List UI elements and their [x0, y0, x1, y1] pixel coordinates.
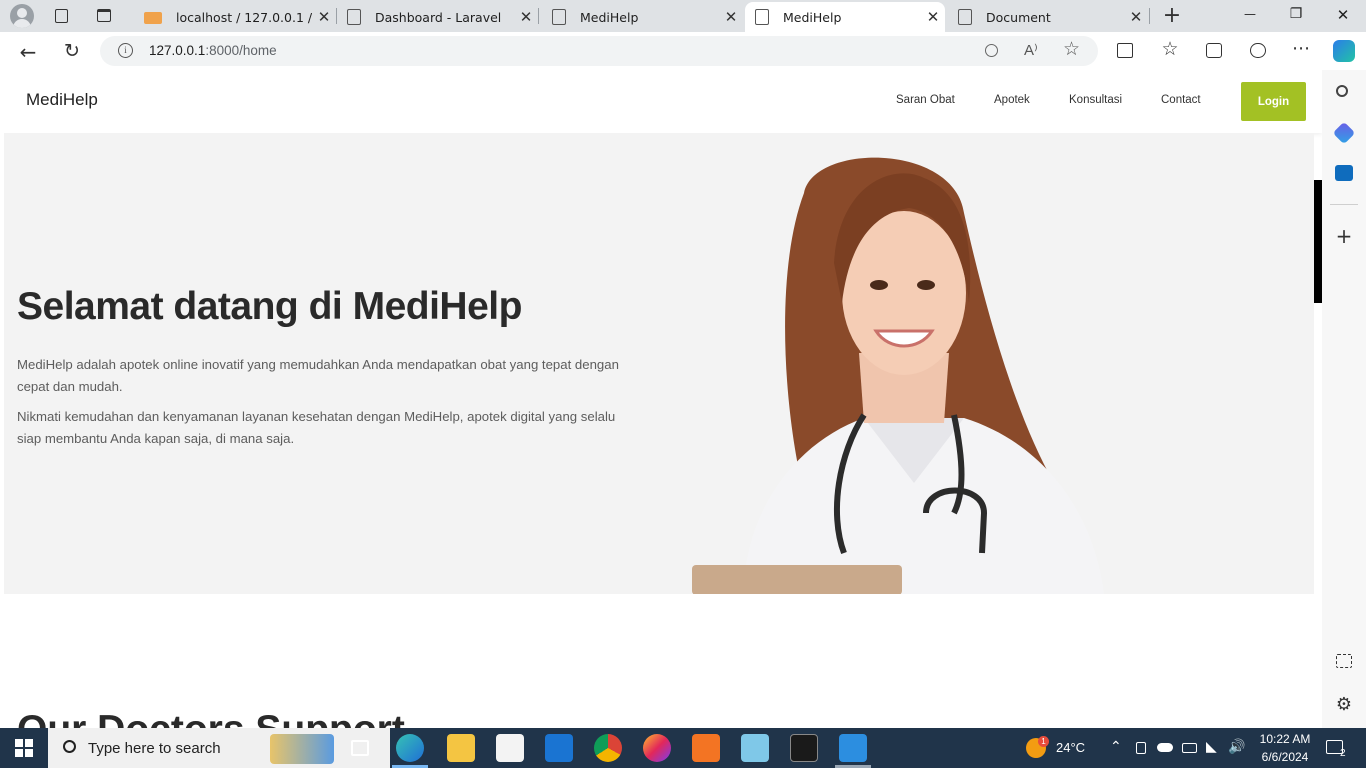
- clock-date[interactable]: 6/6/2024: [1256, 750, 1314, 764]
- search-highlight-image: [270, 734, 334, 764]
- search-icon: [63, 740, 76, 753]
- nav-link-saran-obat[interactable]: Saran Obat: [896, 94, 955, 106]
- vscode-icon[interactable]: [839, 734, 867, 762]
- browser-tab-strip: localhost / 127.0.0.1 / larav ✕ Dashboar…: [0, 0, 1366, 32]
- clock-time[interactable]: 10:22 AM: [1256, 732, 1314, 746]
- page-favicon-icon: [755, 9, 769, 25]
- terminal-icon[interactable]: [790, 734, 818, 762]
- new-tab-button[interactable]: +: [1160, 3, 1184, 28]
- hero-title: Selamat datang di MediHelp: [17, 285, 522, 328]
- mail-icon[interactable]: [545, 734, 573, 762]
- address-bar[interactable]: i 127.0.0.1:8000/home A⁾ ☆: [100, 36, 1098, 66]
- show-hidden-icons-icon[interactable]: ⌃: [1110, 738, 1122, 755]
- sidebar-outlook-icon[interactable]: [1335, 165, 1353, 181]
- microsoft-store-icon[interactable]: [496, 734, 524, 762]
- tab-label: Document: [986, 9, 1051, 25]
- url-path: :8000/home: [205, 43, 277, 58]
- weather-temperature[interactable]: 24°C: [1056, 740, 1085, 755]
- page-favicon-icon: [347, 9, 361, 25]
- nav-link-konsultasi[interactable]: Konsultasi: [1069, 94, 1122, 106]
- site-info-icon[interactable]: i: [118, 43, 133, 58]
- phpmyadmin-favicon-icon: [144, 12, 162, 24]
- more-options-icon[interactable]: ⋯: [1290, 38, 1312, 59]
- battery-icon[interactable]: [1182, 743, 1197, 753]
- tab-close-icon[interactable]: ✕: [1124, 8, 1148, 26]
- sidebar-screenshot-icon[interactable]: [1336, 654, 1352, 668]
- sidebar-search-icon[interactable]: [1336, 85, 1348, 97]
- favorites-icon[interactable]: ☆: [1159, 38, 1181, 60]
- sidebar-settings-icon[interactable]: ⚙: [1334, 694, 1354, 715]
- volume-icon[interactable]: 🔊: [1228, 738, 1245, 755]
- edge-sidebar: + ⚙: [1322, 70, 1366, 728]
- url-host: 127.0.0.1: [149, 43, 206, 58]
- back-arrow-icon[interactable]: ←: [16, 40, 40, 64]
- window-close-button[interactable]: ✕: [1331, 6, 1355, 24]
- meet-now-icon[interactable]: [1136, 742, 1146, 754]
- page-viewport: MediHelp Saran Obat Apotek Konsultasi Co…: [4, 70, 1322, 728]
- site-brand-logo[interactable]: MediHelp: [26, 90, 98, 110]
- xampp-icon[interactable]: [692, 734, 720, 762]
- sidebar-add-icon[interactable]: +: [1334, 224, 1354, 248]
- file-explorer-icon[interactable]: [447, 734, 475, 762]
- tab-label: Dashboard - Laravel: [375, 9, 502, 25]
- hero-paragraph: MediHelp adalah apotek online inovatif y…: [17, 357, 619, 394]
- task-view-icon[interactable]: [351, 740, 369, 756]
- read-aloud-icon[interactable]: A⁾: [1024, 41, 1038, 59]
- browser-tab-active[interactable]: MediHelp ✕: [745, 2, 945, 32]
- browser-tab[interactable]: MediHelp ✕: [542, 2, 743, 32]
- refresh-icon[interactable]: ↻: [60, 40, 84, 62]
- restore-button[interactable]: ❐: [1284, 6, 1308, 22]
- nav-link-apotek[interactable]: Apotek: [994, 94, 1030, 106]
- doctor-hero-image: [692, 157, 1104, 594]
- firefox-icon[interactable]: [643, 734, 671, 762]
- split-screen-icon[interactable]: [1117, 43, 1133, 58]
- page-favicon-icon: [552, 9, 566, 25]
- login-button[interactable]: Login: [1241, 82, 1306, 121]
- browser-essentials-icon[interactable]: [1250, 43, 1266, 58]
- hero-paragraph: Nikmati kemudahan dan kenyamanan layanan…: [17, 409, 616, 446]
- tab-label: MediHelp: [580, 9, 639, 25]
- edge-taskbar-icon[interactable]: [396, 734, 424, 762]
- weather-alert-badge: 1: [1038, 736, 1049, 747]
- taskbar-search-box[interactable]: Type here to search: [48, 728, 390, 768]
- profile-avatar-icon[interactable]: [10, 4, 34, 28]
- tab-close-icon[interactable]: ✕: [312, 8, 336, 26]
- page-favicon-icon: [958, 9, 972, 25]
- browser-tab[interactable]: Document ✕: [948, 2, 1148, 32]
- doctors-section-title: Our Doctors Support: [17, 708, 405, 728]
- hero-section: Selamat datang di MediHelp MediHelp adal…: [4, 133, 1314, 594]
- nav-link-contact[interactable]: Contact: [1161, 94, 1201, 106]
- tab-actions-icon[interactable]: [97, 9, 111, 22]
- tab-divider: [538, 8, 539, 24]
- chrome-icon[interactable]: [594, 734, 622, 762]
- workspaces-icon[interactable]: [55, 9, 68, 23]
- tab-label: MediHelp: [783, 9, 842, 25]
- tab-label: localhost / 127.0.0.1 / larav: [176, 9, 312, 25]
- tab-divider: [1149, 8, 1150, 24]
- url-text[interactable]: 127.0.0.1:8000/home: [149, 43, 277, 58]
- favorite-star-icon[interactable]: ☆: [1063, 38, 1080, 60]
- browser-tab[interactable]: Dashboard - Laravel ✕: [337, 2, 538, 32]
- copilot-icon[interactable]: [1333, 40, 1355, 62]
- collections-icon[interactable]: [1206, 43, 1222, 58]
- tab-close-icon[interactable]: ✕: [514, 8, 538, 26]
- zoom-out-icon[interactable]: [985, 44, 998, 57]
- wifi-icon[interactable]: ◣: [1206, 738, 1217, 755]
- tab-close-icon[interactable]: ✕: [719, 8, 743, 26]
- search-placeholder: Type here to search: [88, 740, 221, 757]
- page-scrollbar[interactable]: [1314, 180, 1322, 303]
- site-header: MediHelp Saran Obat Apotek Konsultasi Co…: [4, 70, 1322, 133]
- minimize-button[interactable]: —: [1238, 7, 1262, 21]
- windows-start-icon[interactable]: [15, 739, 33, 757]
- sidebar-divider: [1330, 204, 1358, 205]
- tab-close-icon[interactable]: ✕: [921, 8, 945, 26]
- browser-tab[interactable]: localhost / 127.0.0.1 / larav ✕: [134, 2, 336, 32]
- onedrive-icon[interactable]: [1157, 743, 1173, 752]
- sidebar-copilot-icon[interactable]: [1332, 121, 1356, 145]
- notification-count: 2: [1340, 748, 1346, 759]
- notepad-icon[interactable]: [741, 734, 769, 762]
